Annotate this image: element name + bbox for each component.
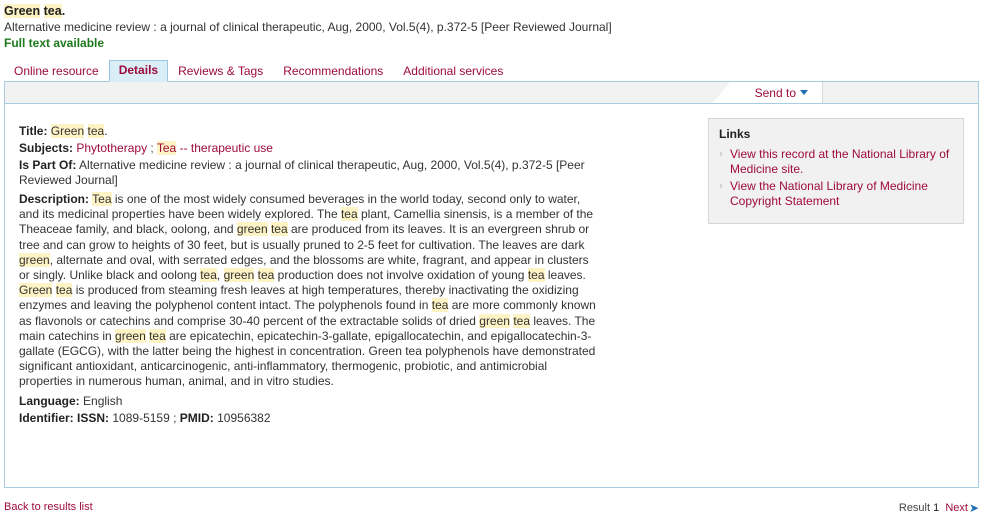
pmid-value: 10956382 (217, 410, 271, 425)
field-is-part-of-label: Is Part Of: (19, 158, 77, 172)
chevron-right-icon: › (719, 148, 723, 160)
tab-strip: Online resource Details Reviews & Tags Reco… (0, 60, 987, 82)
field-description-label: Description: (19, 192, 90, 206)
description-highlight-24: green (479, 313, 510, 328)
identifier-separator: ; (169, 410, 180, 425)
issn-value: 1089-5159 (112, 410, 170, 425)
field-language-value: English (83, 393, 123, 408)
record-title-highlight-2: tea (43, 4, 62, 18)
details-field-list: Title: Green tea. Subjects: Phytotherapy… (5, 104, 597, 426)
next-result-link[interactable]: Next (945, 502, 968, 514)
chevron-right-icon: › (719, 180, 723, 192)
pager-result-number: 1 (933, 502, 940, 514)
description-highlight-28: green (115, 328, 146, 343)
send-to-label: Send to (754, 86, 796, 100)
links-box-item-1[interactable]: › View the National Library of Medicine C… (719, 179, 953, 209)
record-title-text-3: . (61, 4, 66, 18)
record-title: Green tea. (4, 4, 987, 19)
full-text-status: Full text available (4, 36, 105, 50)
field-is-part-of: Is Part Of: Alternative medicine review … (19, 158, 595, 188)
field-description-value: Tea is one of the most widely consumed b… (19, 192, 596, 388)
issn-label: ISSN: (77, 410, 110, 425)
field-identifier-label: Identifier: (19, 410, 74, 425)
description-highlight-2: tea (340, 207, 358, 222)
record-title-text: Green tea. (4, 4, 65, 18)
links-box-item-label-0: View this record at the National Library… (730, 147, 950, 176)
links-list: › View this record at the National Librar… (719, 147, 953, 209)
tab-online-resource[interactable]: Online resource (4, 61, 109, 82)
footer: Back to results list Result 1 Next➤ (4, 501, 979, 519)
description-text-17: leaves. (544, 268, 586, 283)
description-highlight-6: tea (270, 222, 288, 237)
record-source: Alternative medicine review : a journal … (4, 20, 612, 34)
field-title-label: Title: (19, 124, 48, 138)
chevron-down-icon (800, 90, 808, 95)
description-highlight-18: Green (19, 283, 53, 298)
links-box: Links › View this record at the National … (708, 118, 964, 224)
links-box-item-label-1: View the National Library of Medicine Co… (730, 179, 928, 208)
field-subjects-label: Subjects: (19, 141, 74, 155)
links-box-item-0[interactable]: › View this record at the National Librar… (719, 147, 953, 177)
tab-recommendations[interactable]: Recommendations (273, 61, 393, 82)
description-highlight-14: tea (257, 268, 275, 283)
record-title-highlight-0: Green (4, 4, 41, 18)
field-identifier: Identifier: ISSN: 1089-5159 ; PMID: 1095… (19, 411, 595, 426)
description-highlight-22: tea (431, 298, 449, 313)
field-title: Title: Green tea. (19, 124, 595, 139)
description-text-11: , (216, 268, 224, 283)
details-panel: Title: Green tea. Subjects: Phytotherapy… (4, 103, 979, 488)
description-highlight-10: tea (200, 268, 217, 283)
detail-title-text-1 (84, 124, 87, 138)
pager-result-label: Result (898, 502, 931, 514)
description-highlight-30: tea (149, 328, 166, 343)
description-highlight-4: green (236, 222, 268, 237)
subjects-separator: ; (147, 141, 157, 155)
detail-title-text-3: . (104, 124, 108, 138)
detail-title-highlight-0: Green (50, 124, 85, 138)
tab-reviews-tags[interactable]: Reviews & Tags (168, 61, 273, 82)
links-box-title: Links (719, 127, 751, 141)
field-is-part-of-value: Alternative medicine review : a journal … (19, 158, 585, 187)
send-to-bar: Send to (4, 81, 979, 104)
pmid-label: PMID: (179, 410, 214, 425)
back-to-results-link[interactable]: Back to results list (4, 501, 93, 513)
record-header: Green tea. Alternative medicine review :… (0, 0, 987, 51)
field-subjects-value: Phytotherapy ; Tea -- therapeutic use (76, 141, 273, 155)
description-highlight-16: tea (527, 268, 545, 283)
description-highlight-8: green (19, 252, 50, 267)
description-highlight-0: Tea (92, 192, 112, 206)
field-language: Language: English (19, 394, 595, 409)
description-highlight-12: green (223, 268, 255, 283)
tab-details[interactable]: Details (108, 60, 169, 82)
description-highlight-20: tea (55, 283, 73, 298)
description-highlight-26: tea (513, 313, 530, 328)
subject-link-1[interactable]: Tea -- therapeutic use (156, 141, 273, 155)
field-language-label: Language: (19, 393, 80, 408)
subject-link-0-text-0: Phytotherapy (76, 141, 148, 155)
subject-link-1-highlight-0: Tea (156, 141, 177, 155)
subject-link-1-text-1: -- therapeutic use (176, 141, 273, 155)
subject-link-0[interactable]: Phytotherapy (76, 141, 147, 155)
field-title-value: Green tea. (50, 124, 108, 138)
detail-title-highlight-2: tea (87, 124, 105, 138)
tab-additional-services[interactable]: Additional services (393, 61, 513, 82)
description-text-15: production does not involve oxidation of… (274, 268, 528, 283)
field-subjects: Subjects: Phytotherapy ; Tea -- therapeu… (19, 141, 595, 156)
field-description: Description: Tea is one of the most wide… (19, 192, 597, 390)
send-to-button[interactable]: Send to (711, 82, 823, 104)
